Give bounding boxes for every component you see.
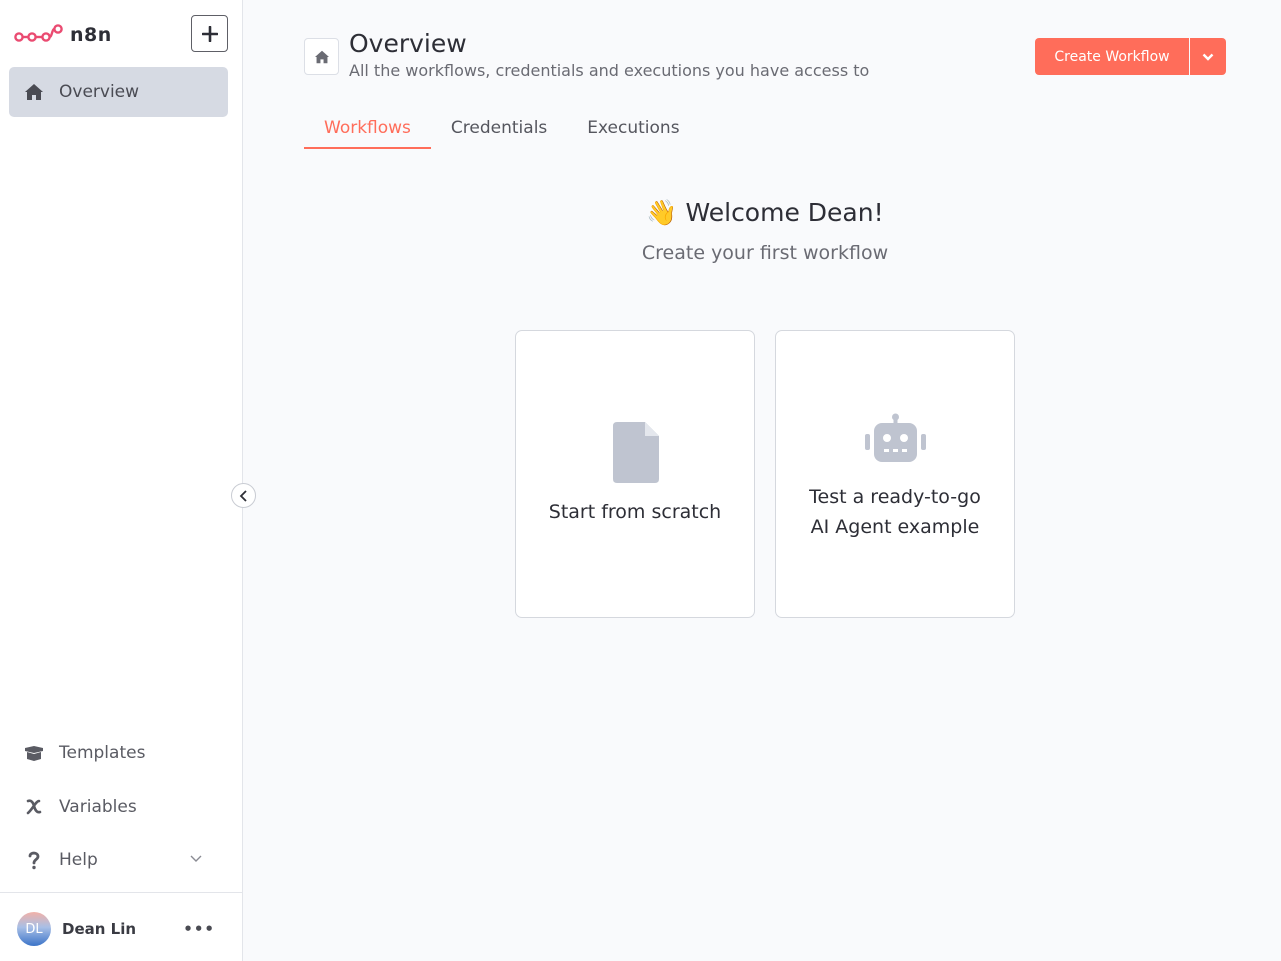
create-options-dropdown-button[interactable]: [1190, 38, 1226, 75]
tab-workflows[interactable]: Workflows: [304, 108, 431, 149]
variables-icon: [26, 799, 42, 815]
header-home-icon-box: [304, 38, 339, 75]
home-icon: [314, 50, 329, 63]
start-from-scratch-card[interactable]: Start from scratch: [515, 330, 755, 618]
chevron-down-icon: [1202, 53, 1214, 61]
home-icon: [25, 84, 43, 100]
file-icon: [613, 422, 659, 483]
sidebar-item-label: Help: [59, 850, 98, 870]
sidebar-item-variables[interactable]: Variables: [9, 787, 228, 827]
robot-icon: [865, 413, 926, 462]
user-name: Dean Lin: [62, 920, 137, 938]
waving-hand-emoji: 👋: [646, 198, 678, 227]
chevron-down-icon: [190, 855, 202, 862]
sidebar-divider: [0, 892, 243, 893]
welcome-subtitle: Create your first workflow: [641, 242, 889, 264]
welcome-title: Welcome Dean!: [685, 198, 884, 227]
card-label-line-2: AI Agent example: [810, 516, 980, 538]
ai-agent-example-card[interactable]: Test a ready-to-go AI Agent example: [775, 330, 1015, 618]
more-options-icon[interactable]: •••: [183, 922, 215, 937]
sidebar-item-help[interactable]: Help: [9, 840, 228, 880]
n8n-logo-icon: [14, 24, 63, 42]
plus-icon: [201, 25, 218, 42]
user-menu[interactable]: DL Dean Lin •••: [17, 911, 227, 947]
tab-executions[interactable]: Executions: [567, 108, 699, 149]
page-title: Overview: [349, 29, 467, 58]
card-label: Start from scratch: [548, 501, 722, 523]
sidebar-item-overview[interactable]: Overview: [9, 67, 228, 117]
logo-text: n8n: [70, 24, 112, 46]
templates-box-icon: [25, 746, 43, 761]
sidebar: n8n Overview Templates Variables Help DL…: [0, 0, 243, 961]
chevron-left-icon: [239, 489, 247, 502]
card-label-line-1: Test a ready-to-go: [809, 486, 981, 508]
sidebar-item-label: Overview: [59, 82, 140, 102]
n8n-logo[interactable]: n8n: [14, 22, 112, 48]
tab-bar: Workflows Credentials Executions: [304, 108, 700, 149]
collapse-sidebar-button[interactable]: [231, 483, 256, 508]
question-mark-icon: [28, 851, 40, 870]
sidebar-item-templates[interactable]: Templates: [9, 733, 228, 773]
page-subtitle: All the workflows, credentials and execu…: [349, 61, 870, 80]
sidebar-item-label: Templates: [59, 743, 146, 763]
avatar: DL: [17, 912, 51, 946]
sidebar-item-label: Variables: [59, 797, 137, 817]
add-new-button[interactable]: [191, 15, 228, 52]
tab-credentials[interactable]: Credentials: [431, 108, 567, 149]
create-workflow-button[interactable]: Create Workflow: [1035, 38, 1189, 75]
welcome-heading: 👋 Welcome Dean!: [515, 198, 1015, 228]
